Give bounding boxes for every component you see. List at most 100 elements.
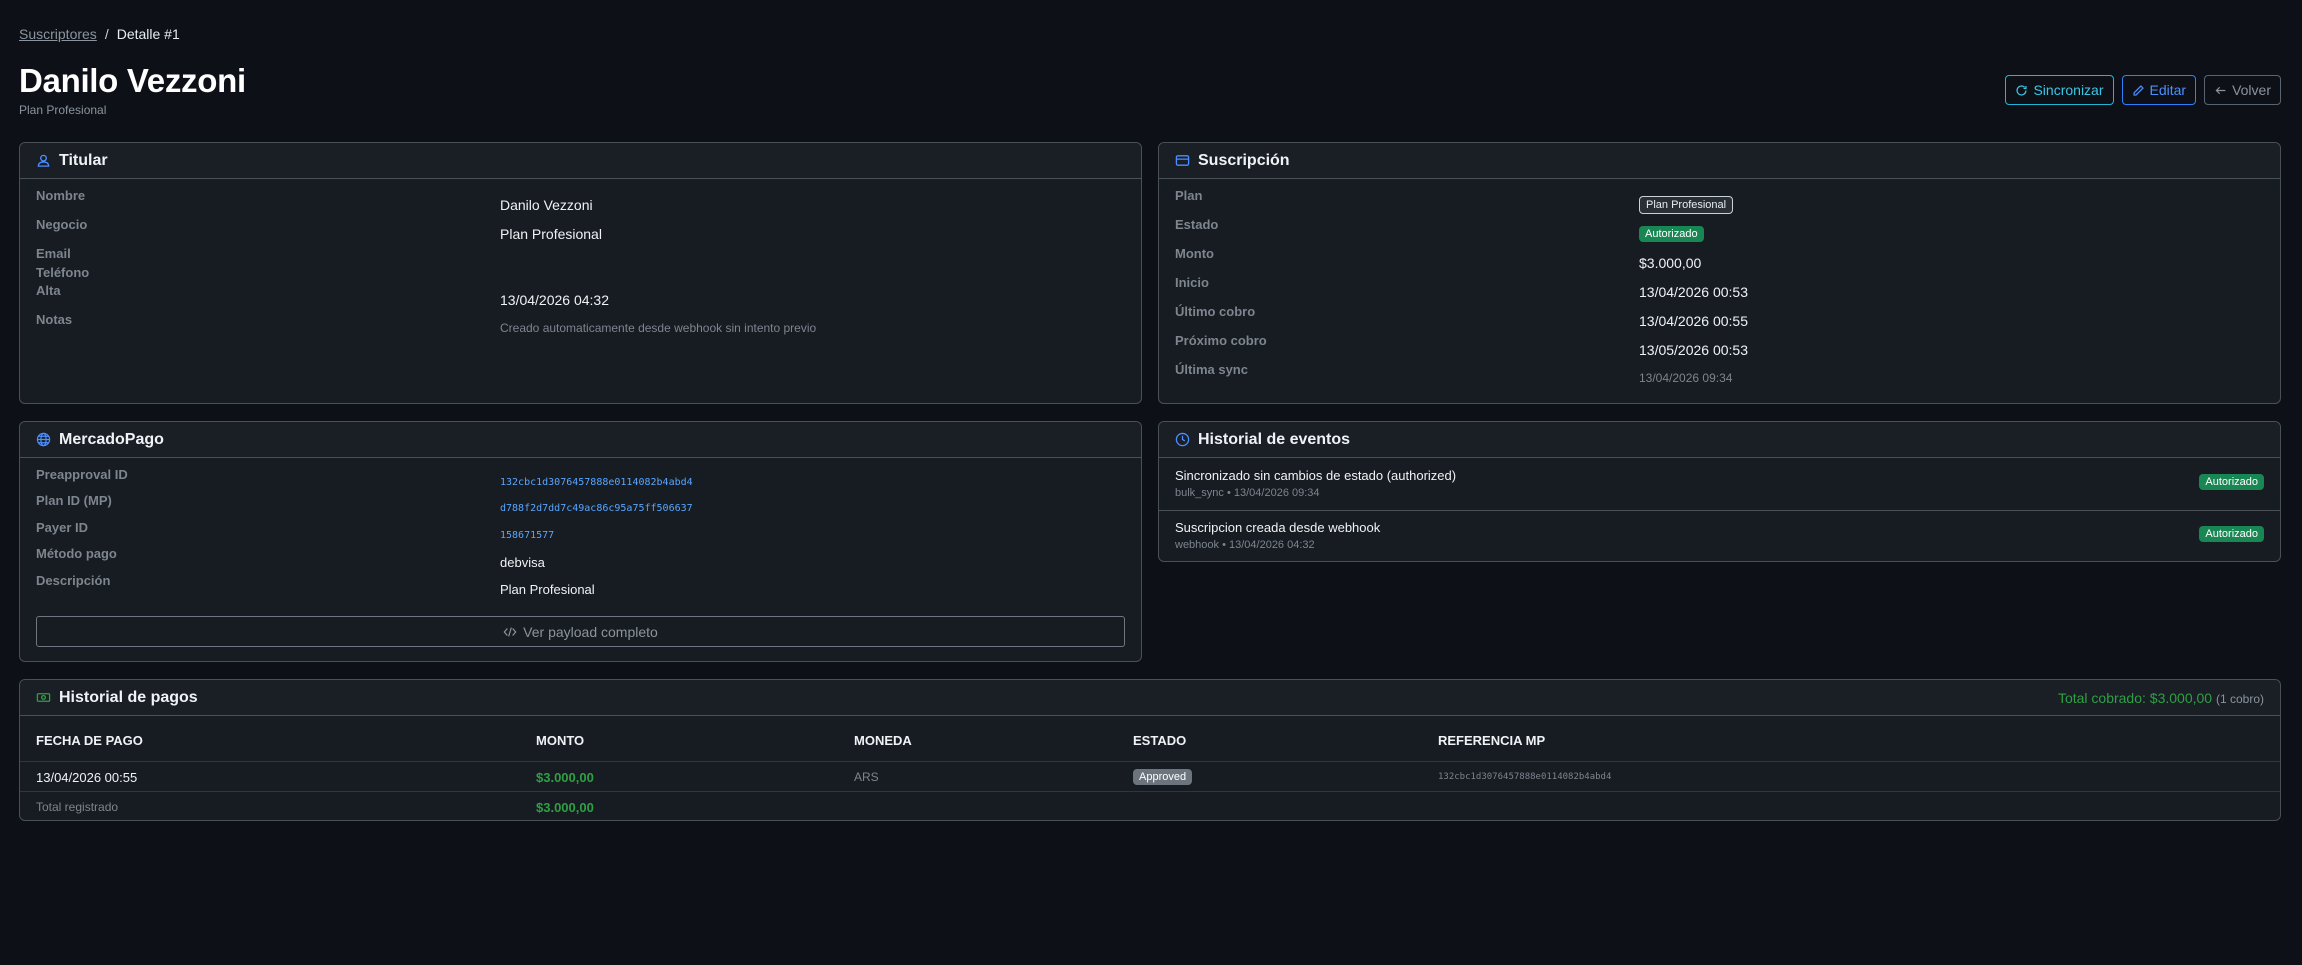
- eventos-card-title: Historial de eventos: [1198, 430, 1351, 448]
- field-label: Plan: [1175, 187, 1203, 203]
- column-header: REFERENCIA MP: [1438, 733, 1546, 748]
- field-label: Nombre: [36, 187, 86, 203]
- view-payload-label: Ver payload completo: [523, 623, 658, 640]
- event-meta: webhook • 13/04/2026 04:32: [1175, 539, 1315, 551]
- cell-estado: Approved: [1133, 768, 1193, 785]
- mercadopago-card-header: MercadoPago: [20, 422, 1141, 458]
- page-title: Danilo Vezzoni: [19, 62, 246, 99]
- event-item: Suscripcion creada desde webhook webhook…: [1159, 511, 2280, 561]
- field-value: $3.000,00: [1639, 255, 1702, 271]
- pagos-card-title: Historial de pagos: [59, 688, 198, 706]
- event-meta: bulk_sync • 13/04/2026 09:34: [1175, 487, 1320, 499]
- field-label: Email: [36, 245, 71, 261]
- edit-button-label: Editar: [2149, 82, 2187, 98]
- breadcrumb: Suscriptores / Detalle #1: [19, 26, 180, 42]
- edit-button[interactable]: Editar: [2121, 75, 2197, 105]
- suscripcion-card-header: Suscripción: [1159, 143, 2280, 179]
- field-label: Descripción: [36, 572, 111, 588]
- footer-total: $3.000,00: [536, 800, 594, 815]
- payer-id-value[interactable]: 158671577: [500, 530, 554, 541]
- column-header: FECHA DE PAGO: [36, 733, 143, 748]
- table-row: 13/04/2026 00:55 $3.000,00 ARS Approved …: [20, 762, 2280, 792]
- field-value: Danilo Vezzoni: [500, 197, 593, 213]
- plan-badge: Plan Profesional: [1639, 195, 1734, 214]
- field-value: Creado automaticamente desde webhook sin…: [500, 321, 817, 335]
- payment-status-badge: Approved: [1133, 769, 1193, 785]
- cell-monto: $3.000,00: [536, 770, 594, 785]
- back-button[interactable]: Volver: [2204, 75, 2281, 105]
- cell-moneda: ARS: [854, 770, 879, 784]
- event-status-badge: Autorizado: [2199, 526, 2264, 542]
- field-label: Preapproval ID: [36, 466, 128, 482]
- plan-id-value[interactable]: d788f2d7dd7c49ac86c95a75ff506637: [500, 503, 693, 514]
- field-label: Alta: [36, 282, 61, 298]
- column-header: MONTO: [536, 733, 585, 748]
- credit-card-icon: [1175, 155, 1190, 166]
- breadcrumb-link-suscriptores[interactable]: Suscriptores: [19, 26, 97, 42]
- total-cobrado-label: Total cobrado: $3.000,00: [2057, 689, 2213, 706]
- back-button-label: Volver: [2232, 82, 2271, 98]
- field-label: Inicio: [1175, 274, 1209, 290]
- person-icon: [37, 154, 50, 167]
- pagos-card: Historial de pagos Total cobrado: $3.000…: [19, 679, 2281, 821]
- status-badge: Autorizado: [1639, 224, 1704, 242]
- plan-badge-text: Plan Profesional: [1639, 196, 1734, 214]
- page-subtitle: Plan Profesional: [19, 103, 107, 117]
- table-footer-row: Total registrado $3.000,00: [20, 792, 2280, 820]
- field-value: 13/04/2026 00:55: [1639, 313, 1748, 329]
- field-value: Plan Profesional: [500, 582, 595, 597]
- field-label: Estado: [1175, 216, 1219, 232]
- event-item: Sincronizado sin cambios de estado (auth…: [1159, 459, 2280, 511]
- refresh-icon: [2016, 84, 2028, 96]
- field-label: Método pago: [36, 545, 117, 561]
- pagos-card-header: Historial de pagos Total cobrado: $3.000…: [20, 680, 2280, 716]
- cash-icon: [36, 693, 51, 702]
- total-cobrado: Total cobrado: $3.000,00 (1 cobro): [2058, 690, 2264, 706]
- code-icon: [503, 626, 517, 637]
- field-label: Última sync: [1175, 361, 1248, 377]
- field-label: Monto: [1175, 245, 1214, 261]
- suscripcion-card-title: Suscripción: [1198, 151, 1290, 169]
- sync-button[interactable]: Sincronizar: [2005, 75, 2114, 105]
- clock-icon: [1175, 432, 1190, 447]
- pencil-icon: [2132, 84, 2144, 96]
- payments-table-header: FECHA DE PAGO MONTO MONEDA ESTADO REFERE…: [20, 718, 2280, 762]
- titular-card: Titular Nombre Danilo Vezzoni Negocio Pl…: [19, 142, 1142, 404]
- field-value: 13/04/2026 09:34: [1639, 371, 1733, 385]
- field-label: Último cobro: [1175, 303, 1256, 319]
- mercadopago-card-title: MercadoPago: [59, 430, 164, 448]
- breadcrumb-current: Detalle #1: [116, 26, 180, 42]
- arrow-left-icon: [2215, 86, 2226, 94]
- status-badge-text: Autorizado: [1639, 226, 1704, 242]
- field-label: Payer ID: [36, 519, 89, 535]
- cell-referencia: 132cbc1d3076457888e0114082b4abd4: [1438, 772, 1612, 782]
- titular-card-header: Titular: [20, 143, 1141, 179]
- field-value: 13/05/2026 00:53: [1639, 342, 1748, 358]
- field-value: 13/04/2026 04:32: [500, 292, 609, 308]
- eventos-card-header: Historial de eventos: [1159, 422, 2280, 458]
- field-label: Plan ID (MP): [36, 492, 112, 508]
- view-payload-button[interactable]: Ver payload completo: [36, 616, 1125, 647]
- mercadopago-card: MercadoPago Preapproval ID 132cbc1d30764…: [19, 421, 1142, 662]
- column-header: MONEDA: [854, 733, 912, 748]
- footer-label: Total registrado: [36, 800, 119, 814]
- event-title: Sincronizado sin cambios de estado (auth…: [1175, 468, 1457, 483]
- preapproval-id-value[interactable]: 132cbc1d3076457888e0114082b4abd4: [500, 477, 693, 488]
- field-value: Plan Profesional: [500, 226, 602, 242]
- eventos-card: Historial de eventos Sincronizado sin ca…: [1158, 421, 2281, 562]
- field-label: Negocio: [36, 216, 88, 232]
- field-value: 13/04/2026 00:53: [1639, 284, 1748, 300]
- field-label: Notas: [36, 311, 73, 327]
- event-title: Suscripcion creada desde webhook: [1175, 520, 1381, 535]
- breadcrumb-separator: /: [104, 26, 109, 42]
- column-header: ESTADO: [1133, 733, 1187, 748]
- titular-card-title: Titular: [59, 151, 108, 169]
- sync-button-label: Sincronizar: [2033, 82, 2104, 98]
- suscripcion-card: Suscripción Plan Plan Profesional Estado…: [1158, 142, 2281, 404]
- field-label: Teléfono: [36, 264, 90, 280]
- field-label: Próximo cobro: [1175, 332, 1267, 348]
- event-status-badge: Autorizado: [2199, 474, 2264, 490]
- cobro-count: (1 cobro): [2215, 691, 2264, 706]
- globe-icon: [36, 432, 51, 447]
- field-value: debvisa: [500, 555, 545, 570]
